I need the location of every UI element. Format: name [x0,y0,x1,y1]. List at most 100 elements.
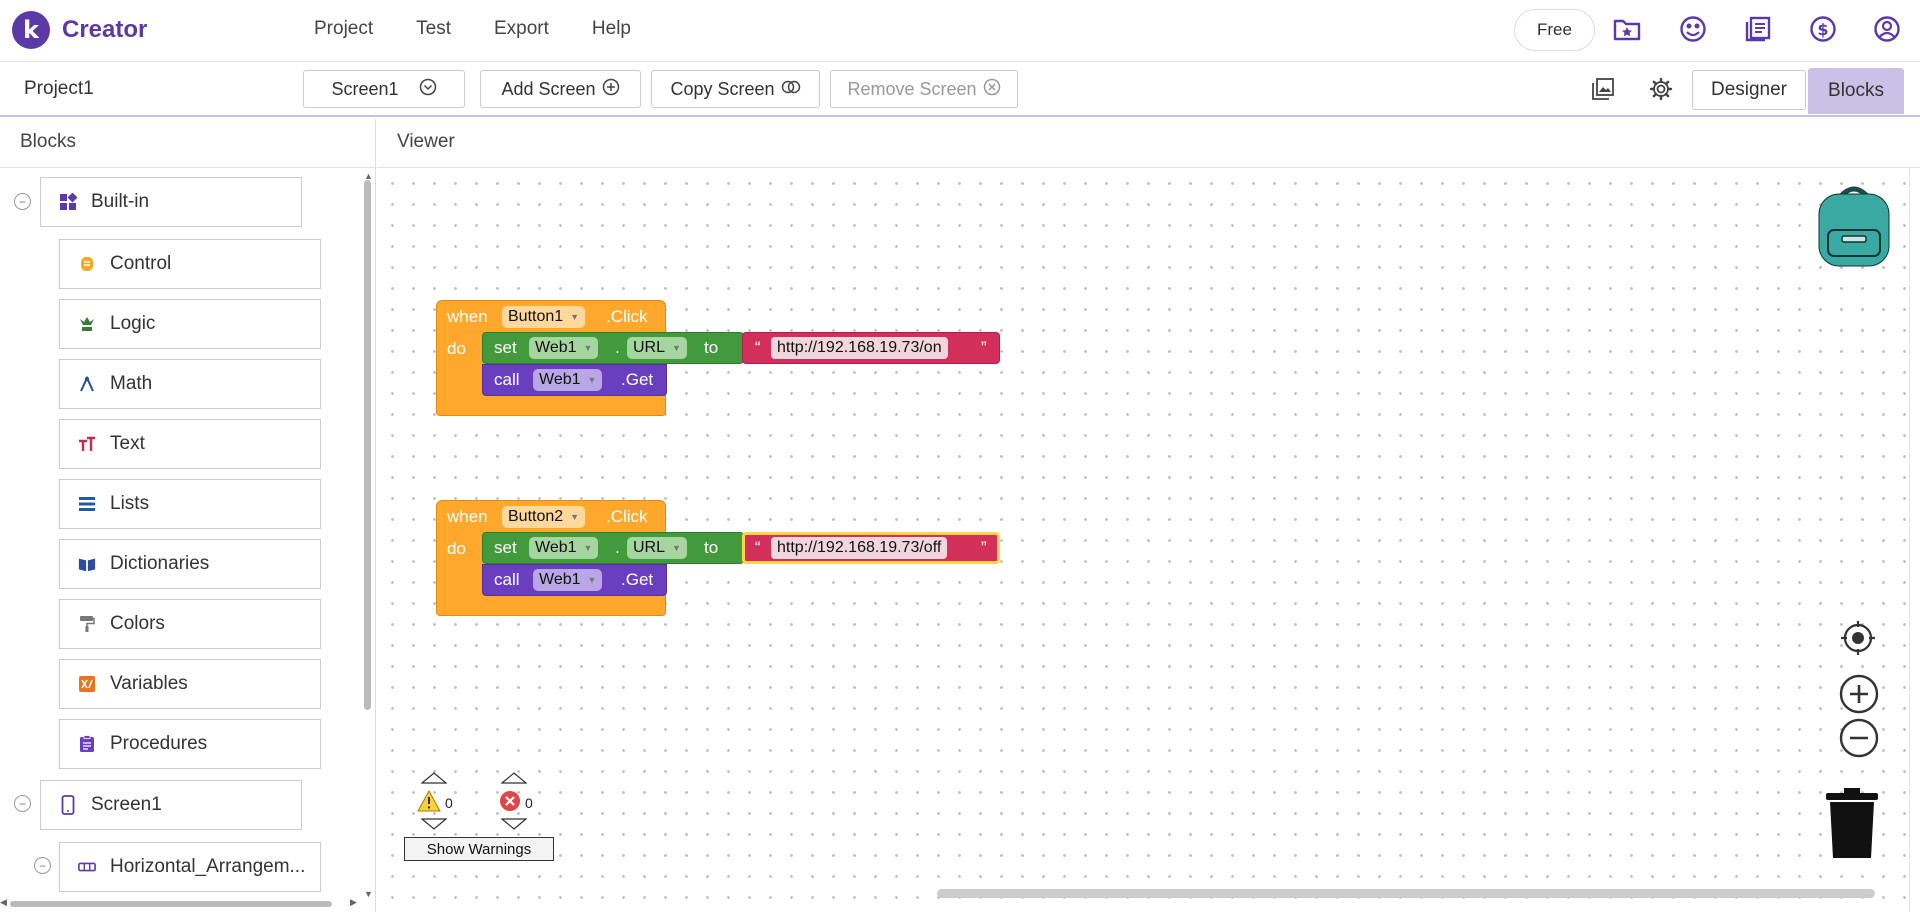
text-string-block[interactable]: “ http://192.168.19.73/on ” [742,332,1000,364]
scroll-up-arrow-icon[interactable]: ▲ [364,171,373,181]
do-keyword: do [447,339,466,358]
dropdown-arrow-icon: ▼ [587,575,597,585]
call-component-dropdown[interactable]: Web1 ▼ [533,569,603,591]
string-value[interactable]: http://192.168.19.73/off [771,537,948,559]
menu-help[interactable]: Help [592,18,631,40]
string-value[interactable]: http://192.168.19.73/on [771,337,948,359]
collapse-builtin-icon[interactable]: − [14,193,31,210]
remove-screen-button[interactable]: Remove Screen [830,70,1018,108]
tree-item-procedures[interactable]: Procedures [59,719,321,769]
open-quote: “ [755,538,761,557]
error-next-arrow-icon[interactable] [500,817,528,833]
tree-item-label: Text [110,433,145,454]
tree-screen1[interactable]: Screen1 [40,780,302,830]
app-logo[interactable]: k Creator [12,11,147,49]
screen-select-dropdown[interactable]: Screen1 [303,70,465,108]
free-plan-button[interactable]: Free [1514,9,1595,51]
close-quote: ” [981,538,987,557]
tree-item-lists[interactable]: Lists [59,479,321,529]
dropdown-arrow-icon: ▼ [570,512,580,522]
collapse-arrangement-icon[interactable]: − [34,857,51,874]
open-quote: “ [755,338,761,357]
dropdown-arrow-icon: ▼ [587,375,597,385]
set-web1-url-block[interactable]: set Web1 ▼ . URL ▼ to [482,532,744,564]
tree-item-label: Dictionaries [110,553,210,574]
component-dropdown[interactable]: Button1 ▼ [502,306,586,328]
docs-icon[interactable] [1743,14,1773,44]
blocks-panel-horizontal-scrollbar[interactable] [10,901,332,907]
add-screen-button[interactable]: Add Screen [480,70,641,108]
tree-builtin[interactable]: Built-in [40,177,302,227]
call-component-dropdown[interactable]: Web1 ▼ [533,369,603,391]
error-count: 0 [525,795,533,811]
tree-item-control[interactable]: Control [59,239,321,289]
tree-item-math[interactable]: Math [59,359,321,409]
collapse-screen1-icon[interactable]: − [14,795,31,812]
call-web1-get-block[interactable]: call Web1 ▼ .Get [482,564,667,596]
close-circle-icon [983,78,1001,101]
warning-prev-arrow-icon[interactable] [420,771,448,787]
property-dropdown[interactable]: URL ▼ [627,337,687,359]
when-keyword: when [447,307,488,326]
backpack-icon[interactable] [1811,182,1897,270]
component-dropdown[interactable]: Button2 ▼ [502,506,586,528]
add-screen-label: Add Screen [501,78,596,99]
center-workspace-icon[interactable] [1839,619,1877,657]
tree-item-colors[interactable]: Colors [59,599,321,649]
to-keyword: to [704,538,719,557]
workspace-horizontal-scrollbar[interactable] [937,889,1875,898]
event-name: .Click [606,507,648,526]
designer-tab-button[interactable]: Designer [1692,70,1806,110]
dot-separator: . [615,338,620,357]
tree-item-text[interactable]: Text [59,419,321,469]
call-web1-get-block[interactable]: call Web1 ▼ .Get [482,364,667,396]
blocks-viewer: Viewer when Button1 ▼ .Click do set Web1 ▼… [377,119,1920,912]
tree-item-label: Colors [110,613,165,634]
settings-gear-icon[interactable] [1646,74,1676,104]
trash-can-icon[interactable] [1824,788,1880,860]
warning-next-arrow-icon[interactable] [420,817,448,833]
gallery-image-icon[interactable] [1588,74,1618,104]
menu-project[interactable]: Project [314,18,373,40]
tree-item-label: Lists [110,493,150,514]
tree-item-logic[interactable]: Logic [59,299,321,349]
chevron-down-circle-icon [419,78,437,101]
text-string-block-selected[interactable]: “ http://192.168.19.73/off ” [742,532,1000,564]
blocks-panel: Blocks − Built-in Control Logic Math Tex… [0,119,376,912]
scroll-left-arrow-icon[interactable]: ◀ [0,897,7,908]
dictionaries-book-icon [78,555,96,573]
copy-screen-button[interactable]: Copy Screen [651,70,820,108]
menu-export[interactable]: Export [494,18,549,40]
component-label: Button1 [508,308,564,325]
viewer-title: Viewer [397,131,455,152]
zoom-out-icon[interactable] [1839,718,1879,758]
menu-test[interactable]: Test [416,18,451,40]
my-projects-folder-icon[interactable] [1612,14,1642,44]
blocks-tab-button[interactable]: Blocks [1808,68,1904,114]
set-component-dropdown[interactable]: Web1 ▼ [529,537,599,559]
set-component-dropdown[interactable]: Web1 ▼ [529,337,599,359]
blocks-panel-vertical-scrollbar[interactable] [364,180,371,710]
property-dropdown[interactable]: URL ▼ [627,537,687,559]
set-web1-url-block[interactable]: set Web1 ▼ . URL ▼ to [482,332,744,364]
zoom-in-icon[interactable] [1839,674,1879,714]
user-account-icon[interactable] [1872,14,1902,44]
error-prev-arrow-icon[interactable] [500,771,528,787]
warning-count: 0 [445,795,453,811]
scroll-right-arrow-icon[interactable]: ▶ [350,897,357,908]
dropdown-arrow-icon: ▼ [570,312,580,322]
tree-item-label: Control [110,253,172,274]
svg-text:$: $ [1817,20,1828,39]
tree-item-variables[interactable]: Variables [59,659,321,709]
blocks-workspace[interactable]: when Button1 ▼ .Click do set Web1 ▼ . URL ▼… [377,168,1909,912]
show-warnings-button[interactable]: Show Warnings [404,837,554,861]
tree-horizontal-arrangement[interactable]: Horizontal_Arrangem... [59,842,321,892]
close-quote: ” [981,338,987,357]
error-circle-icon [499,790,521,815]
tree-item-dictionaries[interactable]: Dictionaries [59,539,321,589]
tree-arrangement-label: Horizontal_Arrangem... [110,856,306,877]
screen-select-label: Screen1 [331,78,399,99]
gallery-icon[interactable] [1678,14,1708,44]
pricing-icon[interactable]: $ [1808,14,1838,44]
scroll-down-arrow-icon[interactable]: ▼ [364,889,373,899]
